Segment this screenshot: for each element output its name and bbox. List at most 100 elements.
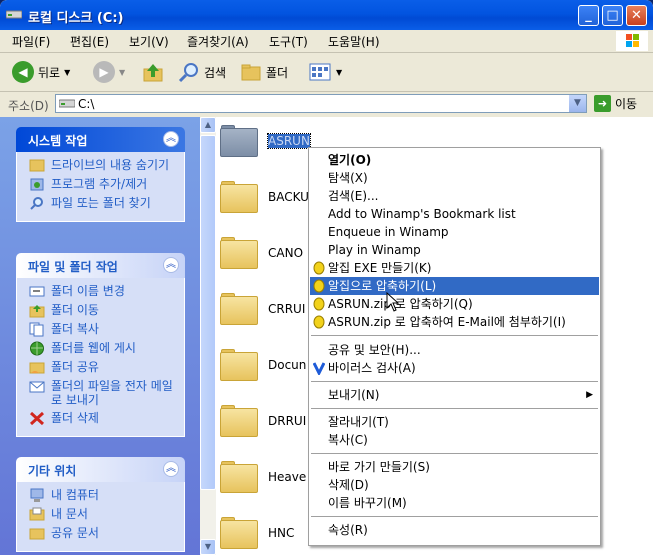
back-arrow-icon: ◀ [12,61,34,83]
menu-item-winamp-bookmark[interactable]: Add to Winamp's Bookmark list [310,205,599,223]
copy-folder-icon [29,322,44,337]
title-bar[interactable]: 로컬 디스크 (C:) _ □ ✕ [0,0,653,30]
menu-item-cut[interactable]: 잘라내기(T) [310,413,599,431]
other-places-header[interactable]: 기타 위치 ︽ [16,457,185,482]
folders-label: 폴더 [266,65,289,80]
menu-bar: 파일(F) 편집(E) 보기(V) 즐겨찾기(A) 도구(T) 도움말(H) [0,30,653,53]
menu-item-sharing-security[interactable]: 공유 및 보안(H)... [310,341,599,359]
menu-item-copy[interactable]: 복사(C) [310,431,599,449]
folder-item-asrun[interactable]: ASRUN [220,125,311,157]
close-button[interactable]: ✕ [626,5,647,26]
go-label: 이동 [615,97,638,111]
task-label: 폴더를 웹에 게시 [51,341,136,355]
explorer-window: 로컬 디스크 (C:) _ □ ✕ 파일(F) 편집(E) 보기(V) 즐겨찾기… [0,0,653,555]
menu-item-winamp-enqueue[interactable]: Enqueue in Winamp [310,223,599,241]
menu-item-label: 이름 바꾸기(M) [328,496,407,510]
scroll-down-button[interactable]: ▼ [200,539,216,555]
task-hide-drive-contents[interactable]: 드라이브의 내용 숨기기 [29,158,178,173]
forward-arrow-icon: ▶ [93,61,115,83]
menu-edit[interactable]: 편집(E) [70,33,109,50]
menu-item-explore[interactable]: 탐색(X) [310,169,599,187]
menu-item-compress-zip-email[interactable]: ASRUN.zip 로 압축하여 E-Mail에 첨부하기(I) [310,313,599,331]
folder-item-heave[interactable]: Heave [220,461,306,493]
task-rename-folder[interactable]: 폴더 이름 변경 [29,284,178,299]
address-value: C:\ [78,97,95,111]
place-label: 내 컴퓨터 [51,488,99,502]
folders-icon [241,64,261,81]
menu-item-send-to[interactable]: 보내기(N) ▶ [310,386,599,404]
menu-item-label: Play in Winamp [328,243,421,257]
back-button[interactable]: ◀ 뒤로 ▼ [12,59,70,85]
task-publish-folder-web[interactable]: 폴더를 웹에 게시 [29,341,178,356]
task-label: 폴더의 파일을 전자 메일로 보내기 [51,379,173,407]
window-title: 로컬 디스크 (C:) [28,11,124,26]
folder-icon [220,181,258,213]
views-button[interactable]: ▼ [308,59,342,85]
menu-item-create-shortcut[interactable]: 바로 가기 만들기(S) [310,458,599,476]
menu-item-search[interactable]: 검색(E)... [310,187,599,205]
menu-separator [311,453,598,454]
vertical-scrollbar[interactable]: ▲ ▼ [200,117,216,555]
task-add-remove-programs[interactable]: 프로그램 추가/제거 [29,177,178,192]
minimize-button[interactable]: _ [578,5,599,26]
search-icon [178,63,198,83]
task-share-folder[interactable]: 폴더 공유 [29,360,178,375]
address-dropdown-button[interactable]: ▼ [569,95,586,112]
menu-item-rename[interactable]: 이름 바꾸기(M) [310,494,599,512]
folders-button[interactable]: 폴더 [240,59,288,85]
place-shared-documents[interactable]: 공유 문서 [29,526,178,541]
menu-item-delete[interactable]: 삭제(D) [310,476,599,494]
task-search-files[interactable]: 파일 또는 폴더 찾기 [29,196,178,211]
menu-view[interactable]: 보기(V) [129,33,169,50]
globe-icon [30,341,44,356]
task-copy-folder[interactable]: 폴더 복사 [29,322,178,337]
maximize-button[interactable]: □ [602,5,623,26]
folder-item-docun[interactable]: Docun [220,349,306,381]
folder-item-hnc[interactable]: HNC [220,517,294,549]
forward-button[interactable]: ▶ ▼ [93,59,125,85]
menu-favorites[interactable]: 즐겨찾기(A) [187,33,249,50]
place-label: 내 문서 [51,507,88,521]
folder-item-crrui[interactable]: CRRUI [220,293,305,325]
up-folder-button[interactable] [142,59,164,85]
go-button[interactable]: ➜ 이동 [594,95,637,112]
collapse-icon[interactable]: ︽ [163,131,179,147]
folder-item-cano[interactable]: CANO [220,237,303,269]
scroll-thumb[interactable] [200,135,216,490]
address-input[interactable]: C:\ ▼ [55,94,587,113]
folder-icon [220,237,258,269]
menu-item-alzip-exe[interactable]: 알집 EXE 만들기(K) [310,259,599,277]
menu-help[interactable]: 도움말(H) [328,33,380,50]
hide-contents-icon [29,159,45,172]
menu-tools[interactable]: 도구(T) [269,33,308,50]
menu-separator [311,381,598,382]
scroll-up-button[interactable]: ▲ [200,117,216,133]
search-label: 검색 [204,65,227,80]
collapse-icon[interactable]: ︽ [163,257,179,273]
menu-item-open[interactable]: 열기(O) [310,151,599,169]
menu-item-label: 알집 EXE 만들기(K) [328,261,432,275]
menu-item-winamp-play[interactable]: Play in Winamp [310,241,599,259]
task-email-folder-files[interactable]: 폴더의 파일을 전자 메일로 보내기 [29,379,178,407]
place-my-computer[interactable]: 내 컴퓨터 [29,488,178,503]
menu-item-virus-scan[interactable]: 바이러스 검사(A) [310,359,599,377]
menu-item-alzip-compress[interactable]: 알집으로 압축하기(L) [310,277,599,295]
collapse-icon[interactable]: ︽ [163,461,179,477]
menu-item-label: 바이러스 검사(A) [328,361,416,375]
search-button[interactable]: 검색 [178,59,226,85]
file-tasks-header[interactable]: 파일 및 폴더 작업 ︽ [16,253,185,278]
panel-title: 파일 및 폴더 작업 [28,260,118,274]
menu-item-compress-zip[interactable]: ASRUN.zip 로 압축하기(Q) [310,295,599,313]
menu-item-label: 공유 및 보안(H)... [328,343,421,357]
place-my-documents[interactable]: 내 문서 [29,507,178,522]
menu-file[interactable]: 파일(F) [12,33,50,50]
move-folder-icon [29,305,45,318]
menu-item-properties[interactable]: 속성(R) [310,521,599,539]
folder-item-drrui[interactable]: DRRUI [220,405,306,437]
folder-item-backup[interactable]: BACKUP [220,181,316,213]
task-delete-folder[interactable]: 폴더 삭제 [29,411,178,426]
system-tasks-header[interactable]: 시스템 작업 ︽ [16,127,185,152]
task-move-folder[interactable]: 폴더 이동 [29,303,178,318]
alzip-icon [313,315,325,329]
share-folder-icon [29,362,45,374]
